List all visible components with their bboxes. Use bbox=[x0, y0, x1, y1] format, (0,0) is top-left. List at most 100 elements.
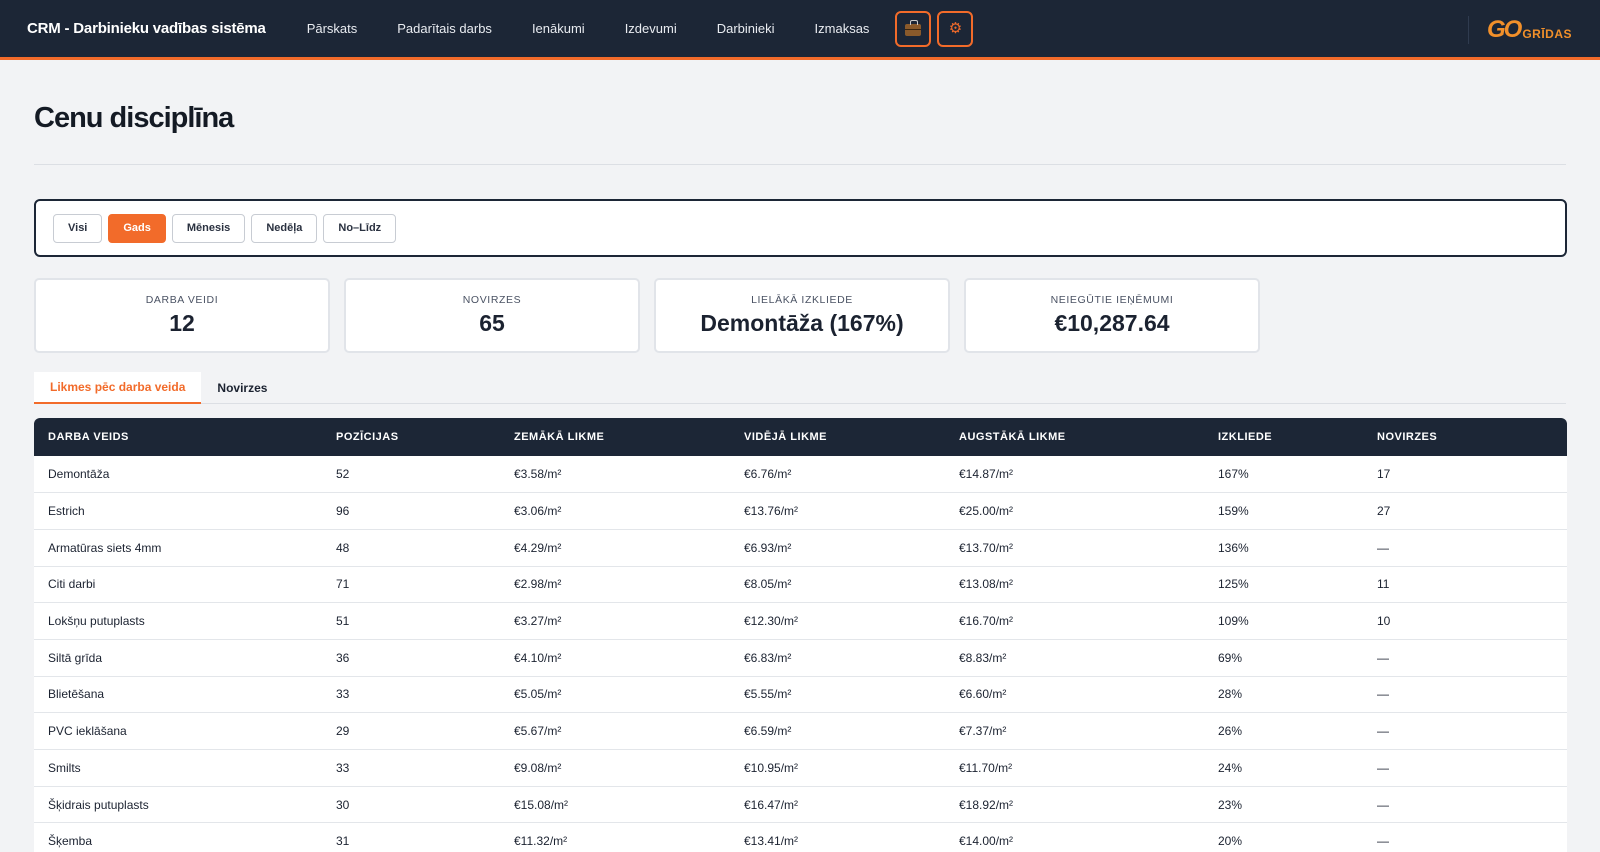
content-tabs: Likmes pēc darba veida Novirzes bbox=[34, 372, 1566, 404]
tab-likmes-pec-darba-veida[interactable]: Likmes pēc darba veida bbox=[34, 372, 202, 404]
nav-item-izmaksas[interactable]: Izmaksas bbox=[795, 21, 890, 36]
table-cell: — bbox=[1377, 834, 1389, 849]
nav-item-izdevumi[interactable]: Izdevumi bbox=[605, 21, 697, 36]
table-cell: €12.30/m² bbox=[730, 602, 945, 640]
rates-table: DARBA VEIDS POZĪCIJAS ZEMĀKĀ LIKME VIDĒJ… bbox=[34, 418, 1567, 852]
table-cell: PVC ieklāšana bbox=[34, 712, 322, 750]
filter-menesis-button[interactable]: Mēnesis bbox=[171, 213, 246, 243]
table-cell: — bbox=[1363, 749, 1567, 787]
table-cell: €6.60/m² bbox=[945, 676, 1204, 714]
stat-value: 12 bbox=[169, 310, 195, 336]
table-header-row: DARBA VEIDS POZĪCIJAS ZEMĀKĀ LIKME VIDĒJ… bbox=[34, 418, 1567, 456]
column-header[interactable]: VIDĒJĀ LIKME bbox=[730, 418, 945, 456]
table-body: Demontāža 52 €3.58/m² €6.76/m² €14.87/m² 167%… bbox=[34, 456, 1567, 852]
stat-label: LIELĀKĀ IZKLIEDE bbox=[751, 294, 853, 306]
table-cell: 11 bbox=[1363, 566, 1567, 604]
briefcase-icon bbox=[905, 20, 922, 36]
table-cell: €3.27/m² bbox=[500, 602, 730, 640]
table-cell: 96 bbox=[322, 492, 500, 530]
column-header[interactable]: IZKLIEDE bbox=[1204, 418, 1363, 456]
table-cell: €11.70/m² bbox=[945, 749, 1204, 787]
table-cell: Blietēšana bbox=[34, 676, 322, 714]
table-cell: €13.70/m² bbox=[945, 529, 1204, 567]
table-cell: €15.08/m² bbox=[500, 786, 730, 824]
stat-value: €10,287.64 bbox=[1054, 310, 1170, 336]
table-row[interactable]: Šķidrais putuplasts 30 €15.08/m² €16.47/m² €… bbox=[34, 786, 1567, 824]
table-cell: Smilts bbox=[34, 749, 322, 787]
nav-item-ienakumi[interactable]: Ienākumi bbox=[512, 21, 605, 36]
table-cell: 48 bbox=[322, 529, 500, 567]
table-cell: 109% bbox=[1204, 602, 1363, 640]
filter-no-lidz-button[interactable]: No–Līdz bbox=[323, 213, 397, 243]
gear-icon: ⚙ bbox=[948, 20, 963, 37]
table-cell: €13.08/m² bbox=[945, 566, 1204, 604]
logo-divider bbox=[1467, 16, 1469, 44]
column-header[interactable]: NOVIRZES bbox=[1363, 418, 1567, 456]
table-row[interactable]: Smilts 33 €9.08/m² €10.95/m² €11.70/m² 24% — bbox=[34, 749, 1567, 787]
table-cell: 52 bbox=[322, 456, 500, 494]
table-row[interactable]: Armatūras siets 4mm 48 €4.29/m² €6.93/m² €13… bbox=[34, 529, 1567, 567]
table-cell: — bbox=[1363, 712, 1567, 750]
table-cell: €4.29/m² bbox=[500, 529, 730, 567]
table-cell: 24% bbox=[1204, 749, 1363, 787]
table-cell: 71 bbox=[322, 566, 500, 604]
nav-item-parskats[interactable]: Pārskats bbox=[287, 21, 378, 36]
column-header[interactable]: POZĪCIJAS bbox=[322, 418, 500, 456]
filter-gads-button[interactable]: Gads bbox=[108, 213, 166, 243]
table-cell: €13.76/m² bbox=[730, 492, 945, 530]
table-cell: 20% bbox=[1218, 834, 1243, 849]
period-filter: Visi Gads Mēnesis Nedēļa No–Līdz bbox=[34, 199, 1567, 257]
nav-item-padaritais-darbs[interactable]: Padarītais darbs bbox=[377, 21, 512, 36]
table-cell: 17 bbox=[1363, 456, 1567, 494]
table-row[interactable]: Blietēšana 33 €5.05/m² €5.55/m² €6.60/m² 28% — bbox=[34, 676, 1567, 714]
main-nav: Pārskats Padarītais darbs Ienākumi Izdev… bbox=[287, 0, 974, 57]
stat-card-lielaka-izkliede: LIELĀKĀ IZKLIEDE Demontāža (167%) bbox=[654, 278, 950, 353]
column-header[interactable]: ZEMĀKĀ LIKME bbox=[500, 418, 730, 456]
table-cell: 136% bbox=[1204, 529, 1363, 567]
table-cell: 159% bbox=[1204, 492, 1363, 530]
company-logo[interactable]: GO GRĪDAS bbox=[1487, 16, 1572, 44]
app-brand[interactable]: CRM - Darbinieku vadības sistēma bbox=[27, 20, 266, 37]
table-cell: 51 bbox=[322, 602, 500, 640]
tab-novirzes[interactable]: Novirzes bbox=[201, 372, 283, 404]
filter-visi-button[interactable]: Visi bbox=[53, 213, 103, 243]
table-cell: €14.00/m² bbox=[959, 834, 1014, 849]
table-cell: €6.93/m² bbox=[730, 529, 945, 567]
logo-text: GRĪDAS bbox=[1522, 27, 1572, 41]
table-cell: €8.83/m² bbox=[945, 639, 1204, 677]
table-cell: 69% bbox=[1204, 639, 1363, 677]
table-cell: €3.06/m² bbox=[500, 492, 730, 530]
table-cell: 27 bbox=[1363, 492, 1567, 530]
table-cell: €7.37/m² bbox=[945, 712, 1204, 750]
nav-item-darbinieki[interactable]: Darbinieki bbox=[697, 21, 795, 36]
table-cell: €3.58/m² bbox=[500, 456, 730, 494]
stat-card-novirzes: NOVIRZES 65 bbox=[344, 278, 640, 353]
page-title: Cenu disciplīna bbox=[34, 102, 234, 134]
table-row[interactable]: Estrich 96 €3.06/m² €13.76/m² €25.00/m² 159% 2… bbox=[34, 492, 1567, 530]
table-cell: €16.47/m² bbox=[730, 786, 945, 824]
stat-label: DARBA VEIDI bbox=[145, 294, 219, 306]
briefcase-button[interactable] bbox=[895, 10, 932, 47]
table-row[interactable]: Demontāža 52 €3.58/m² €6.76/m² €14.87/m² 167%… bbox=[34, 456, 1567, 494]
table-row[interactable]: Šķemba 31 €11.32/m² €13.41/m² €14.00/m² 20% — bbox=[34, 823, 1567, 852]
title-divider bbox=[34, 164, 1566, 165]
table-cell: 29 bbox=[322, 712, 500, 750]
table-row[interactable]: Siltā grīda 36 €4.10/m² €6.83/m² €8.83/m² 69%… bbox=[34, 639, 1567, 677]
table-cell: 33 bbox=[322, 676, 500, 714]
settings-button[interactable]: ⚙ bbox=[937, 10, 974, 47]
table-cell: — bbox=[1363, 529, 1567, 567]
table-cell: Estrich bbox=[34, 492, 322, 530]
table-cell: 33 bbox=[322, 749, 500, 787]
table-cell: €5.67/m² bbox=[500, 712, 730, 750]
table-cell: €13.41/m² bbox=[744, 834, 799, 849]
table-cell: 31 bbox=[336, 834, 350, 849]
table-row[interactable]: Citi darbi 71 €2.98/m² €8.05/m² €13.08/m² 125… bbox=[34, 566, 1567, 604]
table-cell: — bbox=[1363, 786, 1567, 824]
column-header[interactable]: AUGSTĀKĀ LIKME bbox=[945, 418, 1204, 456]
table-row[interactable]: PVC ieklāšana 29 €5.67/m² €6.59/m² €7.37/m² 2… bbox=[34, 712, 1567, 750]
column-header[interactable]: DARBA VEIDS bbox=[34, 418, 322, 456]
filter-nedela-button[interactable]: Nedēļa bbox=[251, 213, 318, 243]
table-row[interactable]: Lokšņu putuplasts 51 €3.27/m² €12.30/m² €16.… bbox=[34, 602, 1567, 640]
stat-value: 65 bbox=[479, 310, 505, 336]
table-cell: Siltā grīda bbox=[34, 639, 322, 677]
